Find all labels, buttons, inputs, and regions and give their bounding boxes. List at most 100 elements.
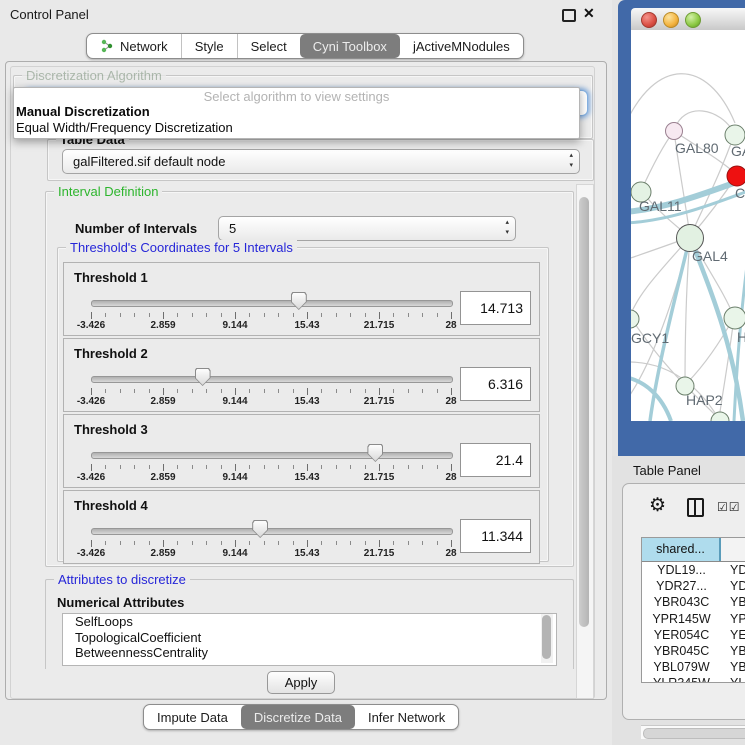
attribute-list-item[interactable]: BetweennessCentrality bbox=[63, 645, 556, 661]
thresholds-list: Threshold 1 -3.4262.8599.14415.4321.7152… bbox=[63, 262, 540, 566]
top-tab-bar: NetworkStyleSelectCyni ToolboxjActiveMNo… bbox=[86, 33, 524, 59]
attribute-list-item[interactable]: TopologicalCoefficient bbox=[63, 630, 556, 646]
numerical-attributes-label: Numerical Attributes bbox=[57, 595, 184, 610]
table-data-combobox-value: galFiltered.sif default node bbox=[73, 150, 225, 173]
algorithm-dropdown-popup: Select algorithm to view settings Manual… bbox=[13, 87, 580, 139]
table-row[interactable]: YDL19...YDL1 bbox=[642, 562, 745, 578]
network-canvas[interactable]: GAL80 GA C GAL11 GAL4 GCY1 H HAP2 bbox=[631, 30, 745, 421]
threshold-box: Threshold 4 -3.4262.8599.14415.4321.7152… bbox=[63, 490, 540, 564]
slider-ticks bbox=[91, 312, 452, 320]
slider-ticks bbox=[91, 388, 452, 396]
column-header-name[interactable]: n bbox=[721, 538, 745, 561]
control-panel: Control Panel ✕ NetworkStyleSelectCyni T… bbox=[0, 0, 612, 745]
table-row[interactable]: YBR043CYBR0 bbox=[642, 594, 745, 610]
slider-track[interactable] bbox=[91, 300, 453, 307]
table-row[interactable]: YLR345WYLR3 bbox=[642, 675, 745, 683]
table-row[interactable]: YBL079WYBL0 bbox=[642, 659, 745, 675]
threshold-value-field[interactable]: 6.316 bbox=[460, 367, 531, 401]
table-horizontal-scrollbar[interactable] bbox=[641, 725, 745, 739]
numerical-attributes-list: SelfLoopsTopologicalCoefficientBetweenne… bbox=[62, 613, 557, 666]
panel-scrollbar-thumb[interactable] bbox=[579, 197, 589, 627]
node-label: C bbox=[735, 185, 745, 201]
threshold-box: Threshold 2 -3.4262.8599.14415.4321.7152… bbox=[63, 338, 540, 412]
close-traffic-light[interactable] bbox=[641, 12, 657, 28]
discretization-algorithm-title: Discretization Algorithm bbox=[22, 68, 166, 83]
threshold-box: Threshold 3 -3.4262.8599.14415.4321.7152… bbox=[63, 414, 540, 488]
node-label: GAL4 bbox=[692, 248, 728, 264]
table-panel: Table Panel ⚙ ☑☑ shared... n YDL19...YDL… bbox=[612, 456, 745, 745]
node-gal80[interactable] bbox=[666, 123, 683, 140]
threshold-label: Threshold 3 bbox=[74, 422, 148, 437]
table-scrollbar-thumb[interactable] bbox=[643, 728, 745, 739]
node-gcy1[interactable] bbox=[631, 310, 639, 328]
gear-icon[interactable]: ⚙ bbox=[649, 496, 666, 515]
tab-discretize-data[interactable]: Discretize Data bbox=[241, 705, 355, 729]
tab-style[interactable]: Style bbox=[181, 34, 237, 58]
threshold-label: Threshold 2 bbox=[74, 346, 148, 361]
popup-hint-text: Select algorithm to view settings bbox=[14, 88, 579, 104]
threshold-value-field[interactable]: 14.713 bbox=[460, 291, 531, 325]
number-of-intervals-value: 5 bbox=[229, 217, 236, 240]
node-h[interactable] bbox=[724, 307, 745, 329]
checkbox-icons[interactable]: ☑☑ bbox=[717, 500, 741, 514]
data-table: shared... n YDL19...YDL1YDR27...YDR2YBR0… bbox=[641, 537, 745, 683]
panel-title: Control Panel bbox=[10, 7, 89, 22]
table-row[interactable]: YDR27...YDR2 bbox=[642, 578, 745, 594]
tab-cyni-toolbox[interactable]: Cyni Toolbox bbox=[300, 34, 400, 58]
close-icon[interactable]: ✕ bbox=[583, 5, 595, 22]
table-row[interactable]: YPR145WYPR1 bbox=[642, 611, 745, 627]
slider-ticks bbox=[91, 464, 452, 472]
float-window-icon[interactable] bbox=[562, 9, 576, 22]
table-body: YDL19...YDL1YDR27...YDR2YBR043CYBR0YPR14… bbox=[642, 562, 745, 683]
table-row[interactable]: YER054CYER0 bbox=[642, 627, 745, 643]
slider-ticks bbox=[91, 540, 452, 548]
thresholds-group-title: Threshold's Coordinates for 5 Intervals bbox=[66, 240, 297, 255]
slider-handle[interactable] bbox=[195, 368, 211, 386]
network-icon bbox=[100, 39, 114, 53]
node-label: GCY1 bbox=[631, 330, 669, 346]
node-label: HAP2 bbox=[686, 392, 723, 408]
minimize-traffic-light[interactable] bbox=[663, 12, 679, 28]
interval-definition-title: Interval Definition bbox=[54, 184, 162, 199]
threshold-value-field[interactable]: 11.344 bbox=[460, 519, 531, 553]
slider-tick-labels: -3.4262.8599.14415.4321.71528 bbox=[91, 320, 452, 332]
node-label: GAL11 bbox=[639, 198, 682, 214]
popup-option-manual[interactable]: Manual Discretization bbox=[14, 104, 579, 120]
network-view-window: GAL80 GA C GAL11 GAL4 GCY1 H HAP2 bbox=[618, 0, 745, 456]
tab-impute-data[interactable]: Impute Data bbox=[144, 705, 241, 729]
node-top-right[interactable] bbox=[725, 125, 745, 145]
node-selected-red[interactable] bbox=[727, 166, 745, 186]
combobox-spinner-icon[interactable]: ▴▾ bbox=[569, 151, 573, 171]
tab-select[interactable]: Select bbox=[237, 34, 300, 58]
slider-track[interactable] bbox=[91, 528, 453, 535]
table-data-combobox[interactable]: galFiltered.sif default node ▴▾ bbox=[62, 149, 580, 174]
apply-button[interactable]: Apply bbox=[267, 671, 335, 694]
tab-jactivemnodules[interactable]: jActiveMNodules bbox=[400, 34, 523, 58]
slider-handle[interactable] bbox=[252, 520, 268, 538]
tab-infer-network[interactable]: Infer Network bbox=[355, 705, 458, 729]
split-columns-icon[interactable] bbox=[687, 498, 704, 517]
number-of-intervals-combobox[interactable]: 5 ▴▾ bbox=[218, 216, 516, 241]
threshold-value-field[interactable]: 21.4 bbox=[460, 443, 531, 477]
zoom-traffic-light[interactable] bbox=[685, 12, 701, 28]
slider-tick-labels: -3.4262.8599.14415.4321.71528 bbox=[91, 396, 452, 408]
popup-option-equal-width[interactable]: Equal Width/Frequency Discretization bbox=[14, 120, 579, 136]
slider-handle[interactable] bbox=[291, 292, 307, 310]
attribute-list-item[interactable]: SelfLoops bbox=[63, 614, 556, 630]
combobox-spinner-icon[interactable]: ▴▾ bbox=[505, 218, 509, 238]
column-header-shared-name[interactable]: shared... bbox=[642, 538, 721, 561]
table-row[interactable]: YBR045CYBR0 bbox=[642, 643, 745, 659]
attributes-scrollbar-thumb[interactable] bbox=[542, 615, 551, 659]
slider-handle[interactable] bbox=[367, 444, 383, 462]
network-window-titlebar[interactable] bbox=[631, 8, 745, 31]
bottom-tab-bar: Impute DataDiscretize DataInfer Network bbox=[143, 704, 459, 730]
table-panel-box: ⚙ ☑☑ shared... n YDL19...YDL1YDR27...YDR… bbox=[622, 483, 745, 720]
number-of-intervals-label: Number of Intervals bbox=[75, 221, 197, 236]
node-label: GAL80 bbox=[675, 140, 719, 156]
slider-track[interactable] bbox=[91, 452, 453, 459]
threshold-label: Threshold 4 bbox=[74, 498, 148, 513]
tab-network[interactable]: Network bbox=[87, 34, 181, 58]
slider-track[interactable] bbox=[91, 376, 453, 383]
panel-vertical-scrollbar[interactable] bbox=[576, 184, 594, 699]
attributes-list-scrollbar[interactable] bbox=[541, 614, 553, 663]
